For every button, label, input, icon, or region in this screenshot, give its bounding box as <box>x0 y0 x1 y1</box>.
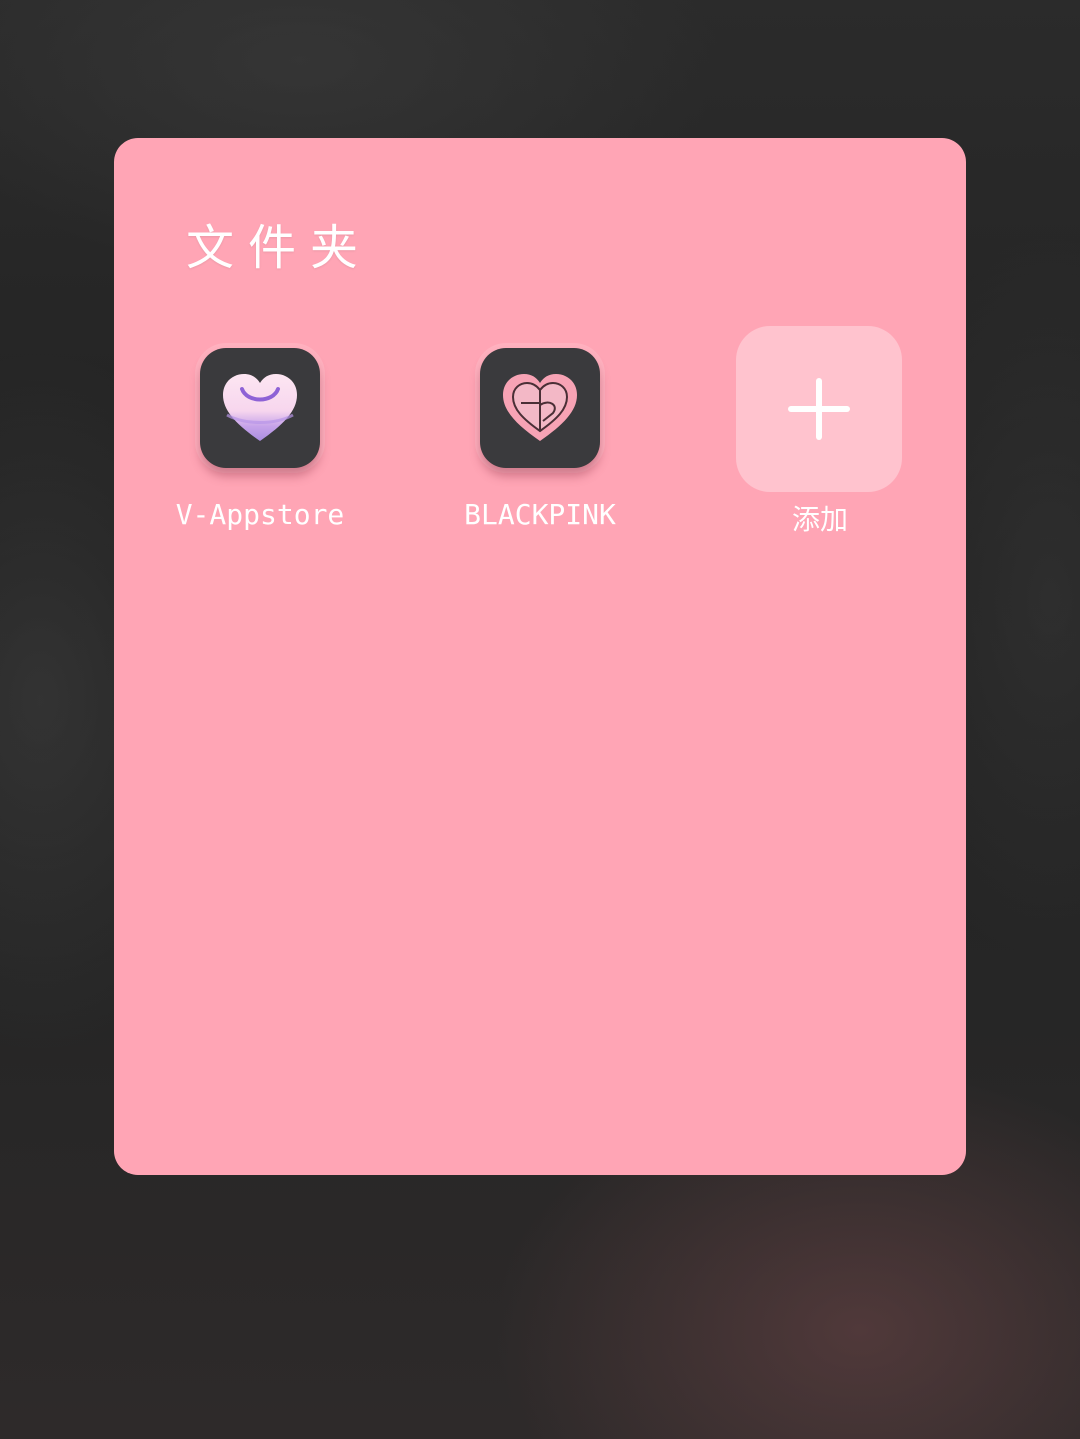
plus-icon <box>788 378 850 440</box>
app-v-appstore[interactable]: V-Appstore <box>140 326 380 556</box>
folder-panel: 文件夹 V-Appstore BLACKPINK 添加 <box>114 138 966 1175</box>
heart-logo-icon[interactable] <box>480 348 600 468</box>
add-app-item[interactable]: 添加 <box>700 326 940 556</box>
app-label-v-appstore: V-Appstore <box>175 498 345 531</box>
folder-app-grid: V-Appstore BLACKPINK 添加 <box>114 138 966 558</box>
add-label: 添加 <box>791 503 848 536</box>
heart-bag-icon[interactable] <box>200 348 320 468</box>
app-label-blackpink: BLACKPINK <box>464 498 616 531</box>
app-blackpink[interactable]: BLACKPINK <box>420 326 660 556</box>
add-app-button[interactable] <box>736 326 902 492</box>
